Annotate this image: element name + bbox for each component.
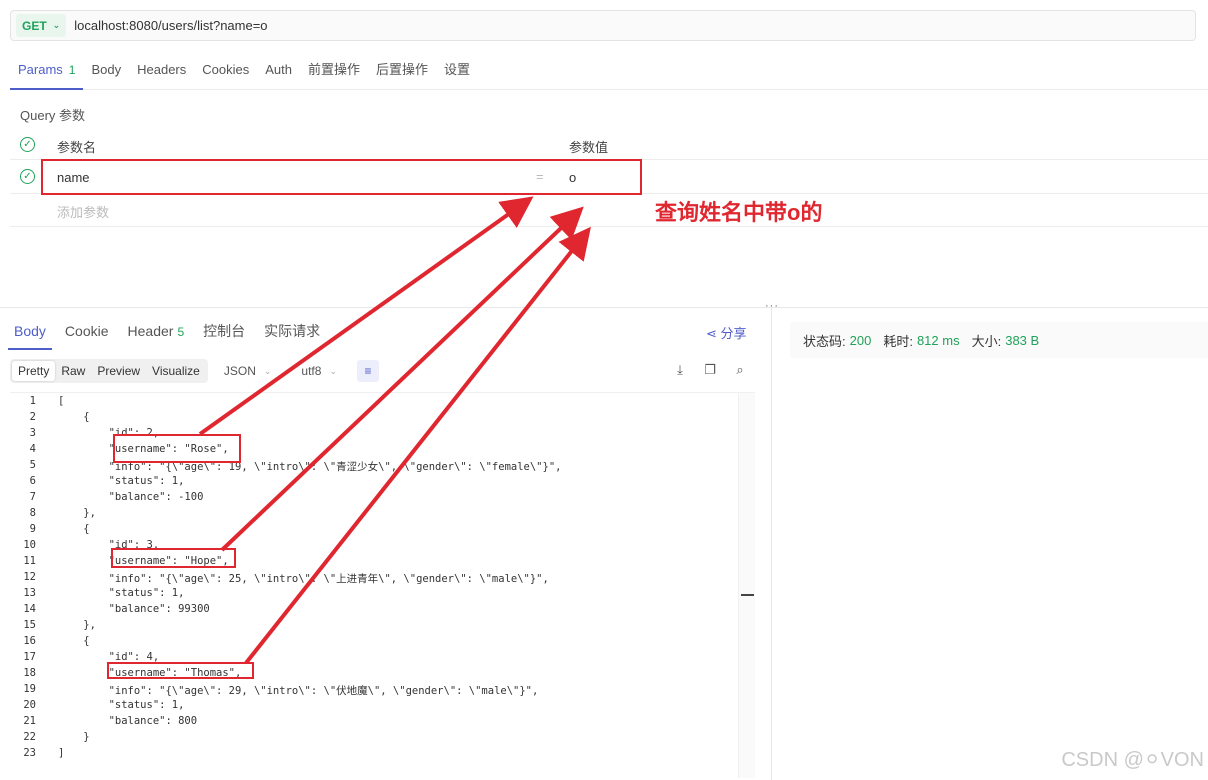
size-label: 大小: [971, 333, 1002, 349]
size-value: 383 B [1005, 332, 1040, 348]
time-label: 耗时: [883, 333, 913, 349]
response-status-bar: 状态码: 200 耗时: 812 ms 大小: 383 B [790, 322, 1208, 358]
status-code-label: 状态码: [803, 333, 846, 349]
watermark: CSDN @⚪VON [1061, 749, 1204, 771]
annotation-arrows [198, 196, 591, 665]
arrow-thomas [244, 226, 591, 665]
time-value: 812 ms [916, 332, 960, 348]
arrow-rose [198, 196, 534, 436]
status-code-value: 200 [849, 332, 872, 348]
